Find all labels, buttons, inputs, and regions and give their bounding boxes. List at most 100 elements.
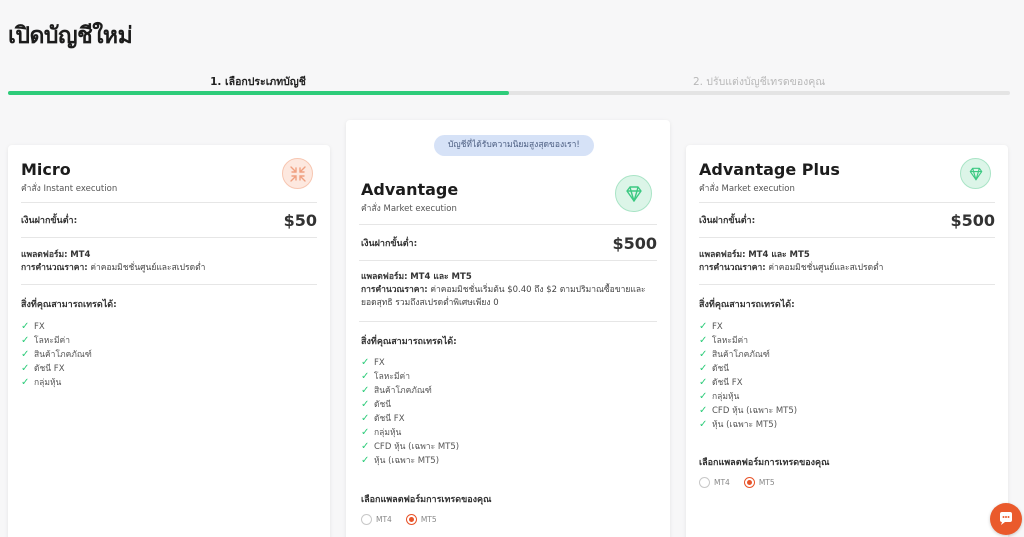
check-icon: ✓ — [699, 321, 708, 332]
list-item: ✓ โลหะมีค่า — [21, 335, 71, 346]
list-item: ✓ ดัชนี FX — [699, 377, 743, 388]
card-execution: คำสั่ง Market execution — [361, 204, 457, 214]
check-icon: ✓ — [699, 377, 708, 388]
deposit-value: $50 — [283, 210, 317, 230]
platform-value: MT4 และ MT5 — [748, 250, 810, 260]
platform-value: MT4 — [70, 250, 91, 260]
radio-mt5[interactable]: MT5 — [743, 477, 775, 488]
radio-button[interactable] — [361, 514, 372, 525]
divider — [21, 202, 317, 203]
account-card-micro[interactable]: Micro คำสั่ง Instant execution เงินฝากขั… — [8, 145, 330, 537]
radio-button[interactable] — [743, 477, 755, 488]
platform-label: แพลตฟอร์ม: — [21, 250, 68, 260]
divider — [359, 224, 657, 225]
list-item: ✓ ดัชนี FX — [361, 413, 405, 424]
platform-select-title: เลือกแพลตฟอร์มการเทรดของคุณ — [361, 495, 492, 505]
radio-mt5[interactable]: MT5 — [405, 514, 437, 525]
platform-label: แพลตฟอร์ม: — [361, 272, 408, 282]
pricing-label: การคำนวณราคา: — [361, 285, 428, 295]
check-icon: ✓ — [21, 321, 30, 332]
check-icon: ✓ — [21, 335, 30, 346]
instrument-list: ✓ FX ✓ โลหะมีค่า ✓ สินค้าโภคภัณฑ์ ✓ ดัชนี ✓ ด… — [361, 356, 459, 468]
step-customize-account[interactable]: 2. ปรับแต่งบัญชีเทรดของคุณ — [508, 73, 1010, 90]
list-item: ✓ FX — [699, 321, 723, 332]
pricing-label: การคำนวณราคา: — [699, 263, 766, 273]
divider — [359, 260, 657, 261]
list-item: ✓ หุ้น (เฉพาะ MT5) — [699, 419, 778, 430]
check-icon: ✓ — [21, 349, 30, 360]
list-item: ✓ กลุ่มหุ้น — [361, 427, 402, 438]
instruments-title: สิ่งที่คุณสามารถเทรดได้: — [21, 300, 117, 310]
radio-button[interactable] — [699, 477, 710, 488]
radio-mt4[interactable]: MT4 — [361, 514, 392, 525]
card-execution: คำสั่ง Market execution — [699, 184, 795, 194]
account-card-advantage[interactable]: บัญชีที่ได้รับความนิยมสูงสุดของเรา! Adva… — [346, 120, 670, 537]
list-item: ✓ กลุ่มหุ้น — [699, 391, 740, 402]
platform-radio-group: MT4 MT5 — [699, 477, 775, 488]
divider — [699, 237, 995, 238]
check-icon: ✓ — [21, 377, 30, 388]
list-item: ✓ ดัชนี — [699, 363, 730, 374]
list-item: ✓ สินค้าโภคภัณฑ์ — [699, 349, 770, 360]
check-icon: ✓ — [361, 357, 370, 368]
check-icon: ✓ — [361, 371, 370, 382]
list-item: ✓ ดัชนี — [361, 399, 392, 410]
check-icon: ✓ — [699, 405, 708, 416]
deposit-label: เงินฝากขั้นต่ำ: — [361, 239, 418, 249]
list-item: ✓ CFD หุ้น (เฉพาะ MT5) — [699, 405, 798, 416]
divider — [21, 237, 317, 238]
card-title: Advantage Plus — [699, 160, 840, 179]
divider — [359, 321, 657, 322]
divider — [699, 284, 995, 285]
popular-badge: บัญชีที่ได้รับความนิยมสูงสุดของเรา! — [434, 135, 594, 156]
list-item: ✓ กลุ่มหุ้น — [21, 377, 62, 388]
instruments-title: สิ่งที่คุณสามารถเทรดได้: — [361, 337, 457, 347]
stepper: 1. เลือกประเภทบัญชี 2. ปรับแต่งบัญชีเทรด… — [8, 70, 1010, 98]
instruments-title: สิ่งที่คุณสามารถเทรดได้: — [699, 300, 795, 310]
card-title: Micro — [21, 160, 71, 179]
list-item: ✓ สินค้าโภคภัณฑ์ — [361, 385, 432, 396]
card-execution: คำสั่ง Instant execution — [21, 184, 118, 194]
divider — [21, 284, 317, 285]
pricing-value: ค่าคอมมิชชั่นศูนย์และสเปรดต่ำ — [768, 263, 884, 273]
check-icon: ✓ — [361, 427, 370, 438]
radio-button[interactable] — [405, 514, 417, 525]
check-icon: ✓ — [361, 385, 370, 396]
list-item: ✓ สินค้าโภคภัณฑ์ — [21, 349, 92, 360]
check-icon: ✓ — [699, 419, 708, 430]
list-item: ✓ โลหะมีค่า — [361, 371, 411, 382]
page-title: เปิดบัญชีใหม่ — [8, 23, 133, 49]
pricing-label: การคำนวณราคา: — [21, 263, 88, 273]
instrument-list: ✓ FX ✓ โลหะมีค่า ✓ สินค้าโภคภัณฑ์ ✓ ดัชนี ✓ ด… — [699, 320, 797, 432]
chat-bubble-icon[interactable] — [990, 503, 1022, 535]
check-icon: ✓ — [699, 391, 708, 402]
platform-radio-group: MT4 MT5 — [361, 514, 437, 525]
diamond-icon — [615, 175, 652, 212]
progress-fill — [8, 91, 509, 95]
deposit-label: เงินฝากขั้นต่ำ: — [21, 216, 78, 226]
check-icon: ✓ — [361, 455, 370, 466]
check-icon: ✓ — [699, 349, 708, 360]
divider — [699, 202, 995, 203]
diamond-icon — [960, 158, 991, 189]
deposit-value: $500 — [612, 233, 657, 253]
deposit-value: $500 — [950, 210, 995, 230]
check-icon: ✓ — [361, 413, 370, 424]
radio-mt4[interactable]: MT4 — [699, 477, 730, 488]
check-icon: ✓ — [21, 363, 30, 374]
step-select-account-type[interactable]: 1. เลือกประเภทบัญชี — [8, 73, 508, 90]
instrument-list: ✓ FX ✓ โลหะมีค่า ✓ สินค้าโภคภัณฑ์ ✓ ดัชนี FX… — [21, 320, 92, 390]
check-icon: ✓ — [699, 363, 708, 374]
check-icon: ✓ — [361, 441, 370, 452]
platform-label: แพลตฟอร์ม: — [699, 250, 746, 260]
check-icon: ✓ — [361, 399, 370, 410]
list-item: ✓ FX — [361, 357, 385, 368]
list-item: ✓ ดัชนี FX — [21, 363, 65, 374]
card-title: Advantage — [361, 180, 459, 199]
account-card-advantage-plus[interactable]: Advantage Plus คำสั่ง Market execution เ… — [686, 145, 1008, 537]
list-item: ✓ FX — [21, 321, 45, 332]
platform-value: MT4 และ MT5 — [410, 272, 472, 282]
platform-select-title: เลือกแพลตฟอร์มการเทรดของคุณ — [699, 458, 830, 468]
list-item: ✓ หุ้น (เฉพาะ MT5) — [361, 455, 440, 466]
progress-track — [8, 91, 1010, 95]
